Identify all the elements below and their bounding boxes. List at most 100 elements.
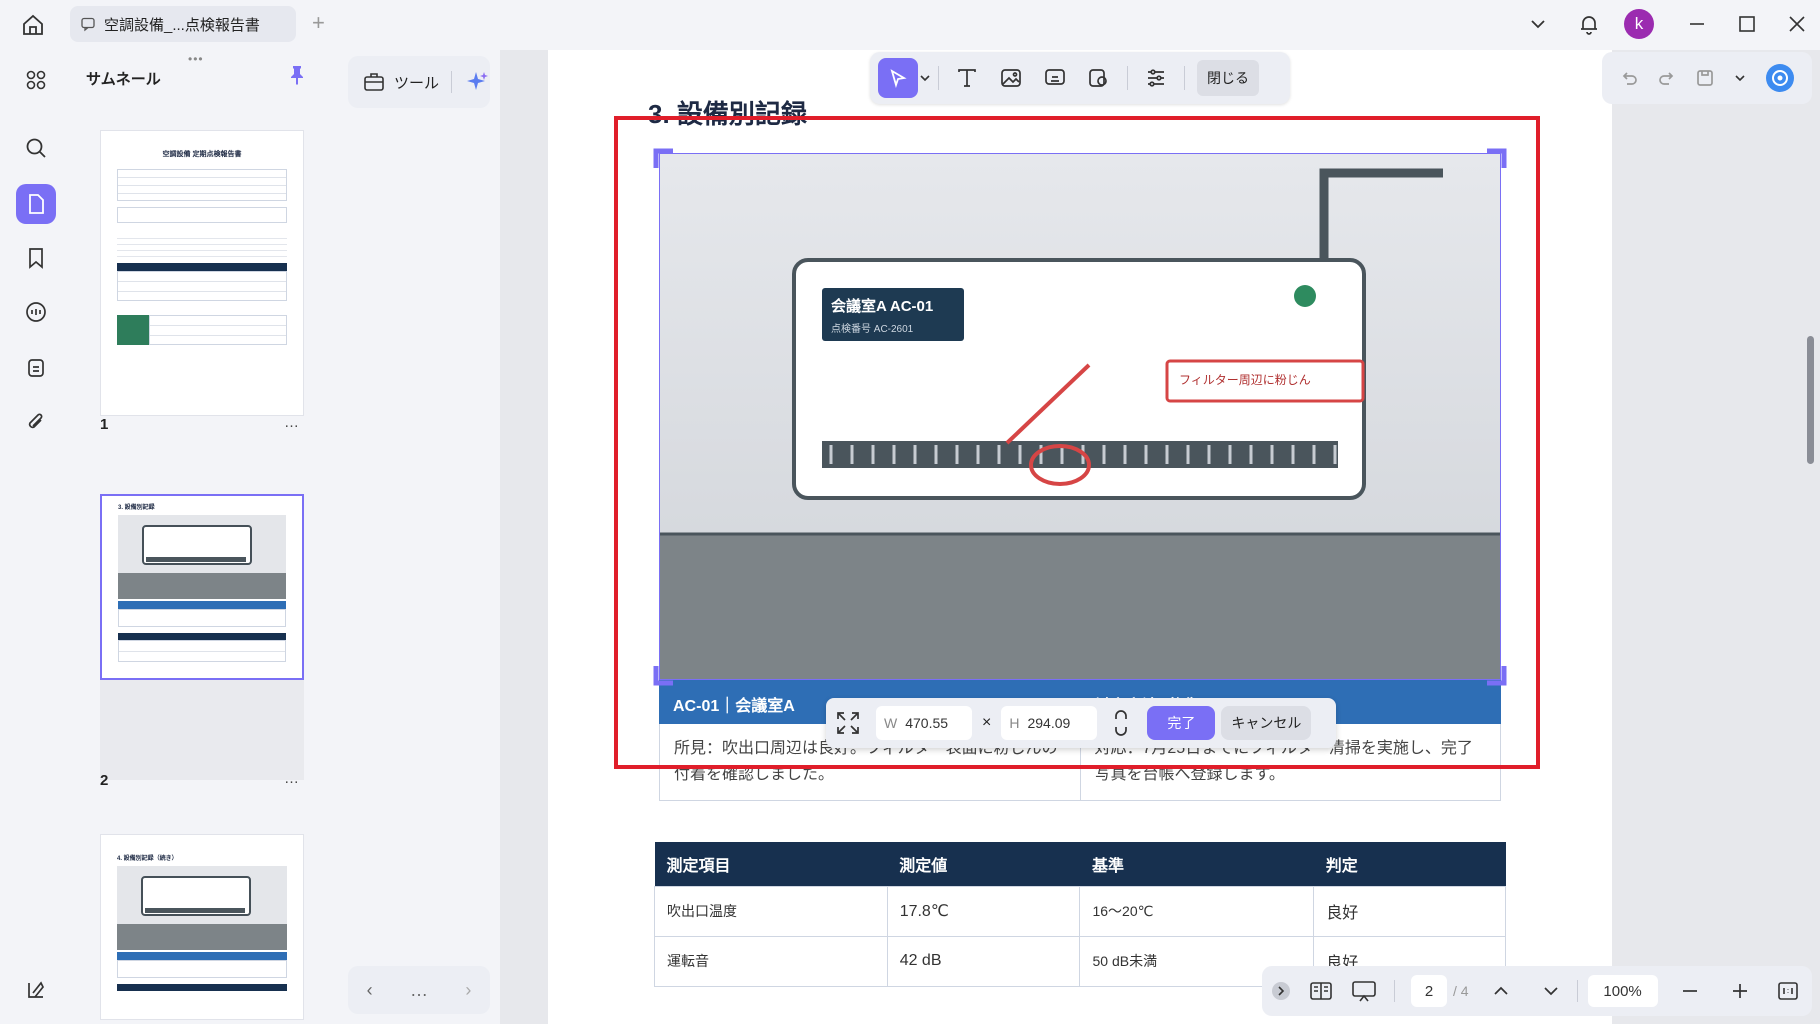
chevron-up-icon[interactable] [1491, 981, 1511, 1001]
meas-cell: 運転音 [654, 935, 888, 987]
minimize-icon[interactable] [1680, 8, 1714, 40]
grid-icon[interactable] [16, 60, 56, 100]
edit-toolbar: 閉じる [870, 52, 1290, 104]
thumbnail-findings [117, 960, 287, 978]
redo-icon[interactable] [1657, 68, 1677, 88]
resize-handle[interactable] [653, 148, 675, 170]
document-icon[interactable] [16, 348, 56, 388]
ai-assistant-icon[interactable] [1765, 63, 1795, 93]
chevron-down-icon[interactable] [1733, 71, 1747, 85]
thumbnail-page-header: 空調設備 定期点検報告書 [162, 151, 242, 158]
resize-handle[interactable] [1485, 664, 1507, 686]
chevron-down-icon[interactable] [1541, 981, 1561, 1001]
image-tool-button[interactable] [989, 58, 1033, 98]
zoom-in-icon[interactable] [1730, 981, 1750, 1001]
actual-size-icon[interactable] [1776, 979, 1800, 1003]
properties-button[interactable] [1134, 58, 1178, 98]
meas-cell: 17.8℃ [886, 885, 1081, 937]
floor [659, 533, 1501, 680]
expand-icon[interactable] [834, 709, 862, 737]
resize-handle[interactable] [653, 664, 675, 686]
pages-icon[interactable] [16, 184, 56, 224]
link-icon [1045, 69, 1065, 85]
vertical-scrollbar[interactable] [1807, 336, 1814, 464]
more-icon[interactable]: … [410, 980, 428, 1001]
text-tool-button[interactable] [945, 58, 989, 98]
unit-name: 会議室A AC-01 [831, 298, 934, 315]
avatar[interactable]: k [1622, 8, 1656, 40]
meas-cell: 16～20℃ [1079, 885, 1315, 937]
pin-icon[interactable] [286, 64, 308, 91]
panel-grip[interactable]: ••• [188, 52, 204, 66]
paperclip-icon[interactable] [16, 402, 56, 442]
text-icon [958, 69, 976, 87]
thumbnail-criteria [117, 315, 287, 345]
meas-cell: 吹出口温度 [654, 885, 888, 937]
thumbnail-page-1[interactable]: 空調設備 定期点検報告書 [100, 130, 304, 416]
chevron-right-icon[interactable]: › [465, 980, 471, 1001]
close-icon[interactable] [1780, 8, 1814, 40]
undo-icon[interactable] [1619, 68, 1639, 88]
zoom-input[interactable]: 100% [1587, 975, 1658, 1007]
new-tab-button[interactable]: + [312, 12, 325, 34]
meas-cell: 良好 [1313, 885, 1506, 937]
tools-button[interactable]: ツール [348, 56, 490, 108]
page-total: / 4 [1453, 983, 1469, 999]
comment-icon [81, 17, 95, 32]
thumbnail-page-3[interactable]: 4. 設備別記録（続き） [100, 834, 304, 1020]
document-tab[interactable]: 空調設備_...点検報告書 [70, 6, 296, 42]
image-icon [1001, 69, 1021, 87]
thumbnail-panel-title: サムネール [86, 71, 161, 88]
shape-tool-button[interactable] [1077, 58, 1121, 98]
meas-header: 基準 [1079, 842, 1314, 886]
page-number-input[interactable]: 2 [1411, 975, 1447, 1007]
meas-header: 測定項目 [654, 842, 888, 886]
zoom-out-icon[interactable] [1680, 981, 1700, 1001]
page-layout-icon[interactable] [1308, 978, 1334, 1004]
select-tool-button[interactable] [878, 58, 918, 98]
title-bar: 空調設備_...点検報告書 + k [0, 0, 1820, 48]
chevron-down-icon[interactable] [1522, 8, 1554, 40]
meas-cell: 42 dB [886, 935, 1081, 987]
thumbnail-more-button[interactable]: … [284, 414, 300, 431]
sidebar-toggle-icon[interactable] [16, 970, 56, 1010]
thumbnail-number: 2 [100, 772, 109, 789]
thumbnail-table-header [117, 984, 287, 991]
height-value: 294.09 [1027, 715, 1071, 731]
home-icon[interactable] [18, 10, 48, 40]
close-edit-button[interactable]: 閉じる [1197, 60, 1259, 96]
thumbnail-panel: ••• サムネール 空調設備 定期点検報告書 1 … 3. 設備別記録 2 … [68, 50, 338, 1020]
chevron-left-icon[interactable]: ‹ [367, 980, 373, 1001]
link-tool-button[interactable] [1033, 58, 1077, 98]
presentation-icon[interactable] [1350, 978, 1378, 1004]
inspection-figure[interactable]: 会議室A AC-01 点検番号 AC-2601 フィルター周辺に粉じん [659, 153, 1501, 680]
aspect-lock-icon[interactable] [1107, 708, 1135, 738]
thumbnail-findings [118, 609, 286, 627]
resize-handle[interactable] [1485, 148, 1507, 170]
pdf-page: 3. 設備別記録 会議室A AC-01 点検番号 AC-2601 フィルター周辺… [548, 50, 1612, 1024]
page-navigation: 2 / 4 100% [1262, 966, 1812, 1016]
cancel-button[interactable]: キャンセル [1221, 706, 1312, 740]
thumbnail-more-button[interactable]: … [284, 770, 300, 787]
comment-icon[interactable] [16, 292, 56, 332]
thumbnail-page-2[interactable]: 3. 設備別記録 [100, 494, 304, 680]
maximize-icon[interactable] [1730, 8, 1764, 40]
search-icon[interactable] [16, 128, 56, 168]
chevron-down-icon[interactable] [918, 71, 932, 85]
thumbnail-summary [117, 207, 287, 223]
thumbnail-text [117, 233, 287, 259]
done-button[interactable]: 完了 [1147, 706, 1216, 740]
height-label: H [1009, 715, 1020, 731]
meas-header: 測定値 [887, 842, 1080, 886]
collapse-icon[interactable] [1270, 980, 1292, 1002]
width-input[interactable]: W 470.55 [876, 706, 972, 740]
bookmark-icon[interactable] [16, 238, 56, 278]
document-area: 3. 設備別記録 会議室A AC-01 点検番号 AC-2601 フィルター周辺… [500, 50, 1820, 1024]
bell-icon[interactable] [1572, 8, 1606, 40]
ai-sparkle-icon[interactable] [464, 69, 490, 95]
history-toolbar [1602, 52, 1812, 104]
save-icon[interactable] [1695, 68, 1715, 88]
tab-title: 空調設備_...点検報告書 [104, 16, 260, 34]
height-input[interactable]: H 294.09 [1001, 706, 1098, 740]
thumbnail-page-header: 3. 設備別記録 [118, 505, 155, 511]
